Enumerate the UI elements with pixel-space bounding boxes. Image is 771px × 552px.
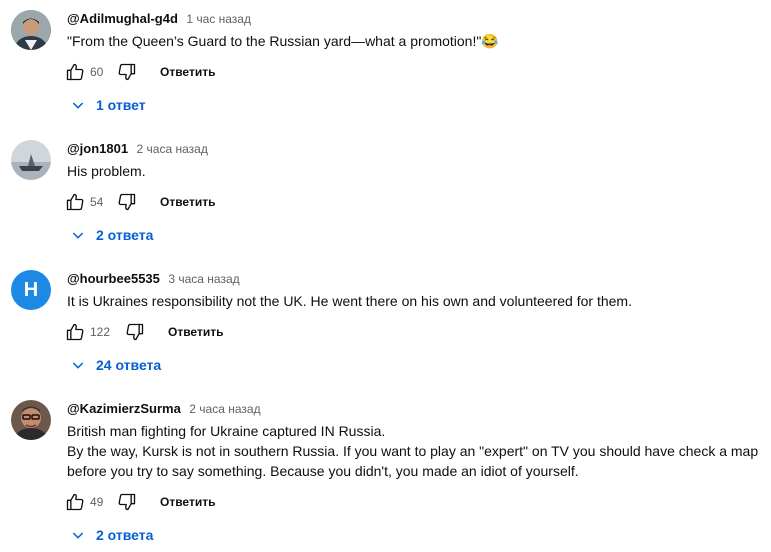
comment-header: @hourbee5535 3 часа назад xyxy=(67,270,240,288)
replies-count: 1 ответ xyxy=(96,97,146,113)
comment-header: @jon1801 2 часа назад xyxy=(67,140,208,158)
comment-author[interactable]: @jon1801 xyxy=(67,141,128,156)
like-count: 122 xyxy=(90,325,111,339)
chevron-down-icon xyxy=(72,102,84,109)
like-count: 60 xyxy=(90,65,104,79)
comment-header: @KazimierzSurma 2 часа назад xyxy=(67,400,261,418)
reply-button[interactable]: Ответить xyxy=(160,195,215,209)
comment-time[interactable]: 1 час назад xyxy=(186,12,251,26)
comment-author[interactable]: @Adilmughal-g4d xyxy=(67,11,178,26)
comment-author[interactable]: @KazimierzSurma xyxy=(67,401,181,416)
replies-count: 24 ответа xyxy=(96,357,162,373)
comment-time[interactable]: 2 часа назад xyxy=(137,142,208,156)
thumbs-down-icon[interactable] xyxy=(116,61,138,83)
thumbs-down-icon[interactable] xyxy=(116,491,138,513)
replies-count: 2 ответа xyxy=(96,527,154,543)
avatar[interactable] xyxy=(11,400,51,440)
comment-text-line: British man fighting for Ukraine capture… xyxy=(67,423,386,439)
thumbs-up-icon[interactable] xyxy=(64,191,86,213)
like-count: 49 xyxy=(90,495,104,509)
view-replies-button[interactable]: 2 ответа xyxy=(70,224,153,246)
reply-button[interactable]: Ответить xyxy=(168,325,223,339)
view-replies-button[interactable]: 24 ответа xyxy=(70,354,161,376)
comment-header: @Adilmughal-g4d 1 час назад xyxy=(67,10,251,28)
comment-actions: 60 Ответить xyxy=(64,60,215,84)
thumbs-up-icon[interactable] xyxy=(64,491,86,513)
comment-text: It is Ukraines responsibility not the UK… xyxy=(67,291,632,311)
comment-time[interactable]: 3 часа назад xyxy=(168,272,239,286)
view-replies-button[interactable]: 2 ответа xyxy=(70,524,153,546)
avatar-letter: H xyxy=(23,278,39,301)
chevron-down-icon xyxy=(72,532,84,539)
avatar[interactable] xyxy=(11,10,51,50)
comment-text-line: before you try to say something. Because… xyxy=(67,463,579,479)
comment-actions: 122 Ответить xyxy=(64,320,223,344)
avatar[interactable] xyxy=(11,140,51,180)
comment-actions: 54 Ответить xyxy=(64,190,215,214)
comment-time[interactable]: 2 часа назад xyxy=(189,402,260,416)
comment-actions: 49 Ответить xyxy=(64,490,215,514)
comment-text-line: It is Ukraines responsibility not the UK… xyxy=(67,293,632,309)
reply-button[interactable]: Ответить xyxy=(160,495,215,509)
comment-text-line: By the way, Kursk is not in southern Rus… xyxy=(67,443,759,459)
comment-text: His problem. xyxy=(67,161,146,181)
chevron-down-icon xyxy=(72,232,84,239)
thumbs-up-icon[interactable] xyxy=(64,61,86,83)
like-count: 54 xyxy=(90,195,104,209)
reply-button[interactable]: Ответить xyxy=(160,65,215,79)
comment-text-line: "From the Queen’s Guard to the Russian y… xyxy=(67,33,499,49)
avatar[interactable]: H xyxy=(11,270,51,310)
replies-count: 2 ответа xyxy=(96,227,154,243)
thumbs-down-icon[interactable] xyxy=(116,191,138,213)
comment-author[interactable]: @hourbee5535 xyxy=(67,271,160,286)
comment-text: "From the Queen’s Guard to the Russian y… xyxy=(67,31,499,51)
thumbs-up-icon[interactable] xyxy=(64,321,86,343)
comment-text: British man fighting for Ukraine capture… xyxy=(67,421,758,481)
thumbs-down-icon[interactable] xyxy=(124,321,146,343)
view-replies-button[interactable]: 1 ответ xyxy=(70,94,146,116)
comment-text-line: His problem. xyxy=(67,163,146,179)
chevron-down-icon xyxy=(72,362,84,369)
